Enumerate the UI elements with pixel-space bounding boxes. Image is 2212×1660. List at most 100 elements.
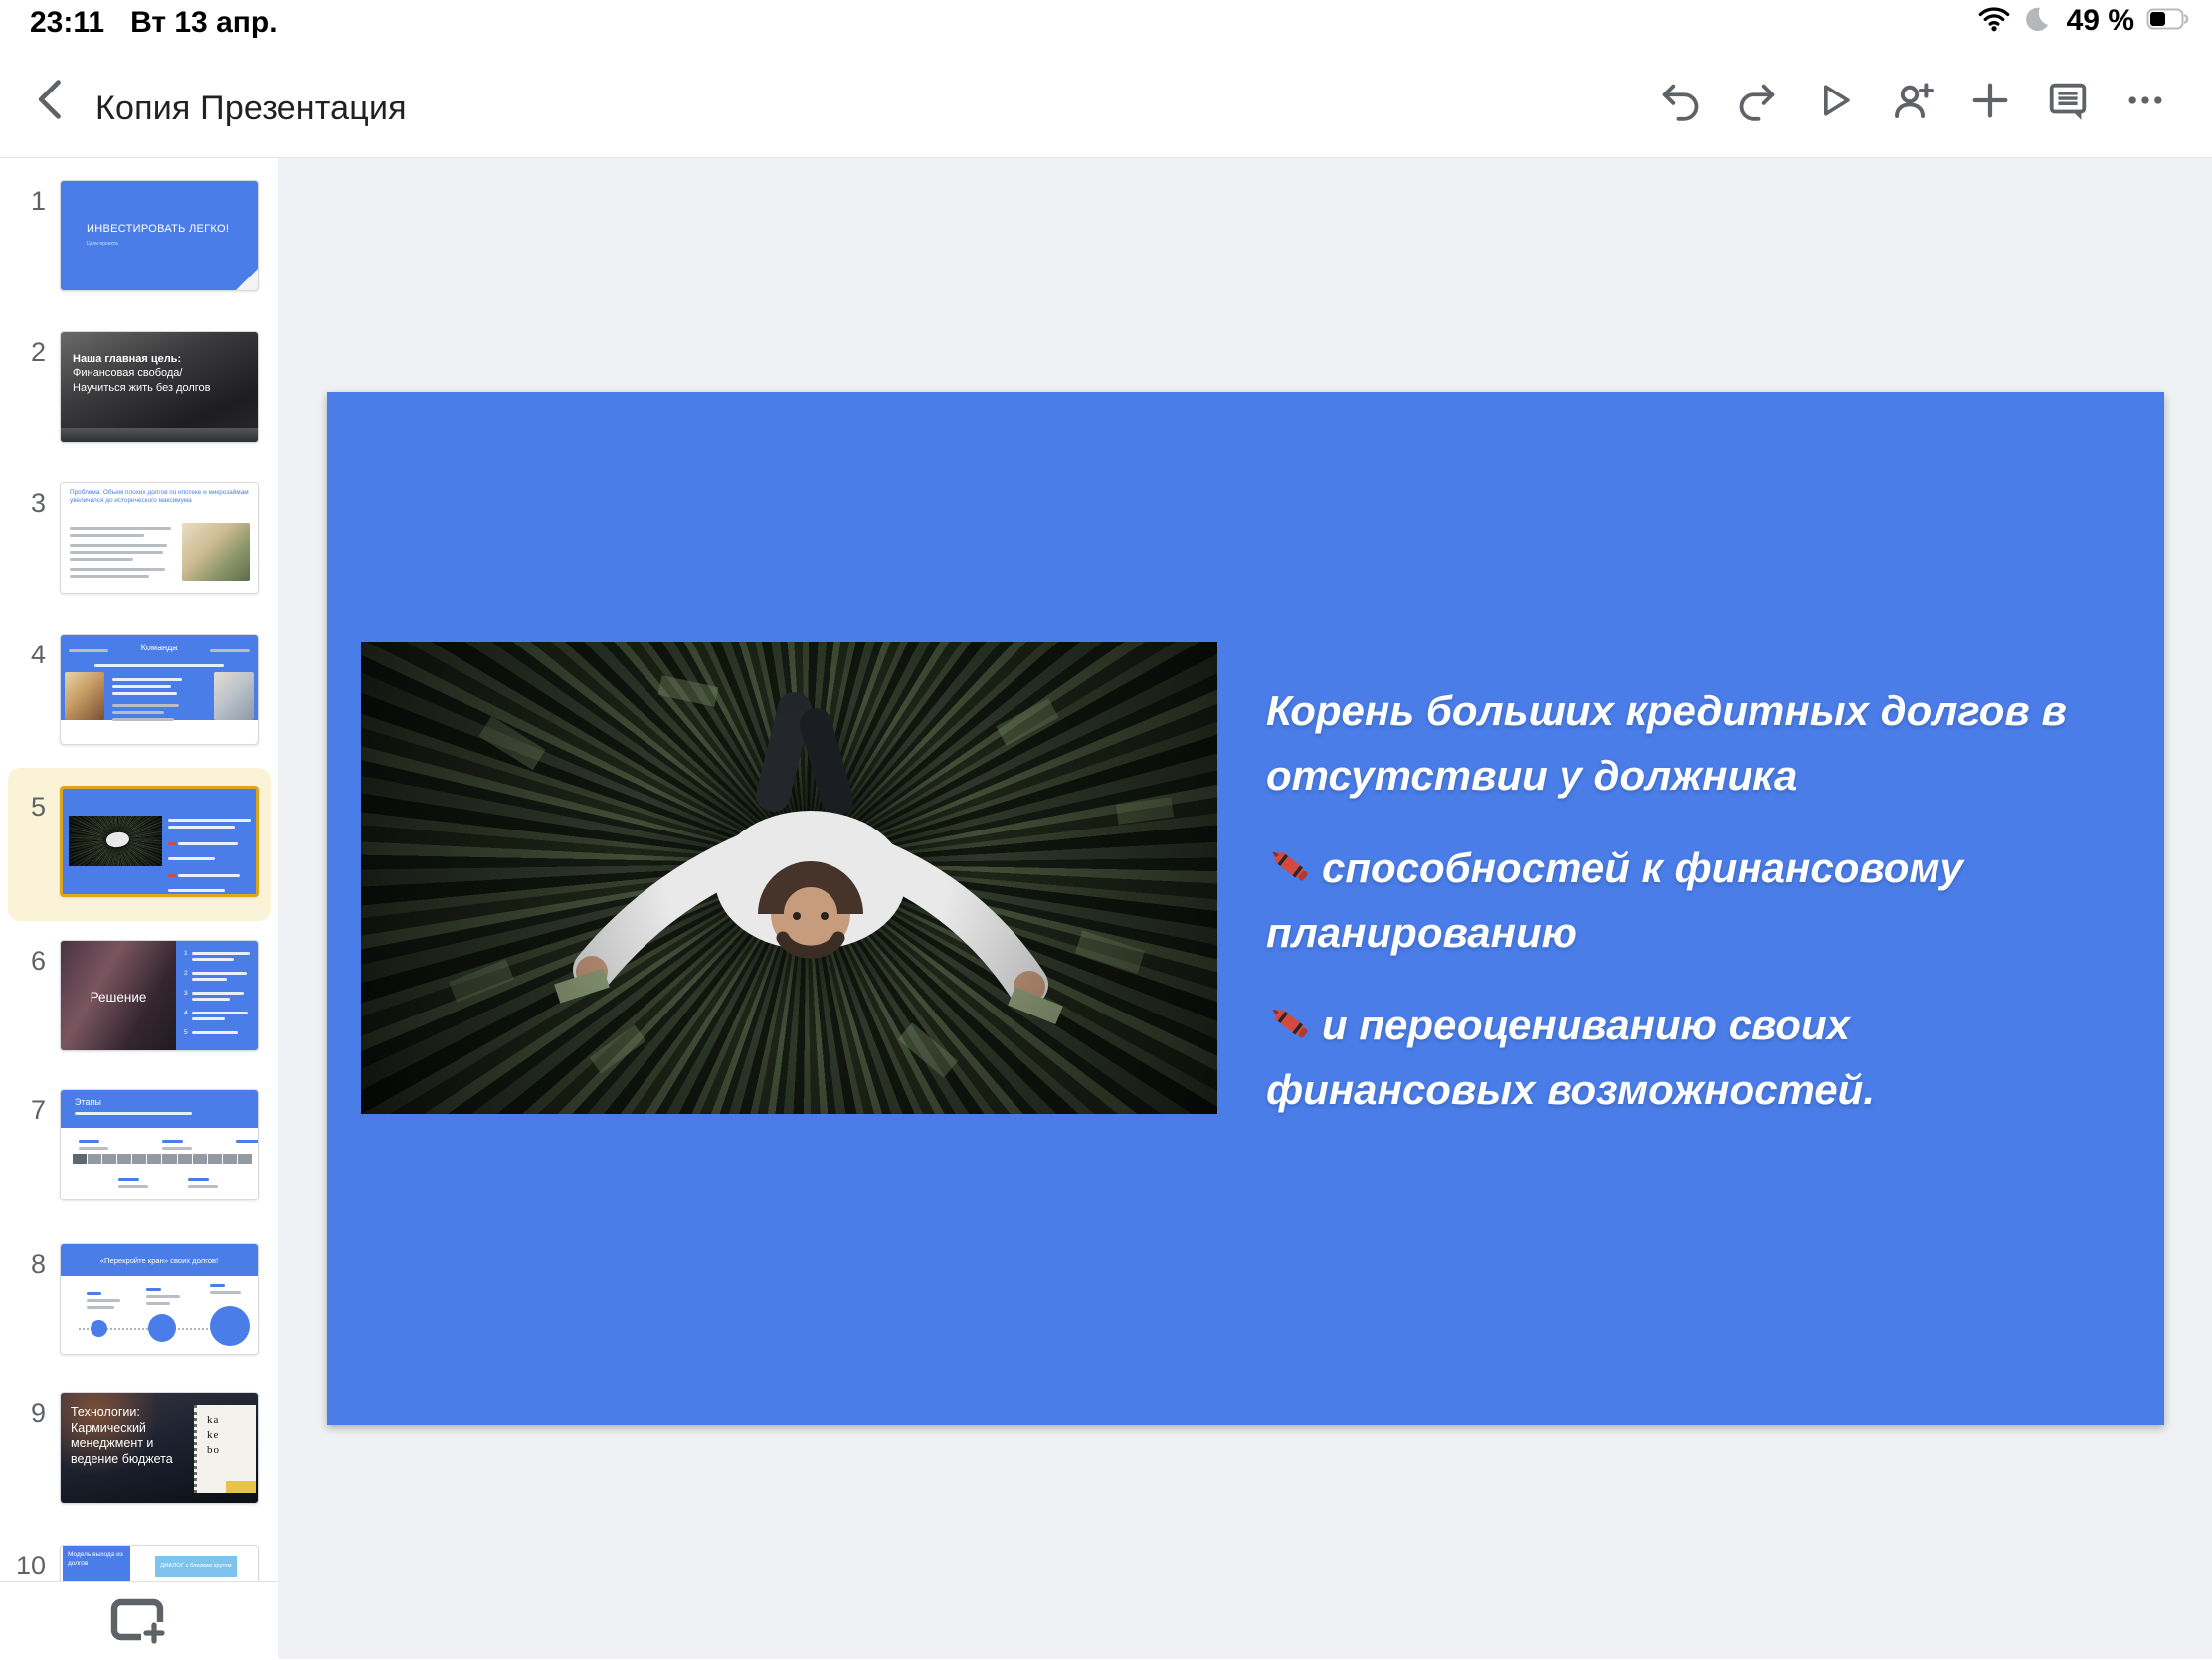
text-line-skeleton (210, 649, 250, 652)
text-line-skeleton (70, 575, 149, 578)
step-label (146, 1284, 180, 1309)
text-line-skeleton (70, 527, 171, 530)
filmstrip-slide-5[interactable]: 5 (0, 786, 278, 897)
text-line-skeleton (178, 874, 240, 877)
text-line-skeleton (70, 558, 133, 561)
money-vortex-photo[interactable] (361, 642, 1217, 1114)
app-toolbar: Копия Презентация (0, 40, 2212, 158)
filmstrip-slide-3[interactable]: 3 Проблема: Объем плохих долгов по ипоте… (0, 482, 278, 594)
comments-icon[interactable] (2043, 76, 2093, 125)
slide-bullet-text: и переоцениванию своих финансовых возмож… (1266, 1002, 1875, 1113)
back-icon[interactable] (26, 74, 78, 125)
text-line-skeleton (94, 664, 224, 667)
red-crayon-icon (1266, 1000, 1318, 1049)
text-line-skeleton (146, 1295, 180, 1298)
slide-canvas[interactable]: Корень больших кредитных долгов в отсутс… (278, 158, 2212, 1659)
status-indicators: 49 % (1977, 4, 2190, 38)
slide-text-block[interactable]: Корень больших кредитных долгов в отсутс… (1266, 678, 2110, 1150)
text-line-skeleton (69, 643, 100, 646)
filmstrip-slide-8[interactable]: 8 «Перекройте кран» своих долгов! (0, 1243, 278, 1355)
filmstrip-slide-7[interactable]: 7 Этапы (0, 1089, 278, 1200)
clock: 23:11 (30, 6, 104, 40)
slide-8-thumbnail[interactable]: «Перекройте кран» своих долгов! (60, 1243, 259, 1355)
slide-bullet-text: способностей к финансовому планированию (1266, 844, 1963, 956)
timeline-month-strip (73, 1154, 252, 1164)
list-number: 4 (184, 1011, 188, 1017)
slide-1-thumbnail[interactable]: ИНВЕСТИРОВАТЬ ЛЕГКО! Цели проекта (60, 180, 259, 291)
slide-7-thumbnail[interactable]: Этапы (60, 1089, 259, 1200)
text-line-skeleton (118, 1178, 139, 1181)
slide-10-thumbnail[interactable]: Модель выхода из долгов ДИАЛОГ с близким… (60, 1545, 259, 1581)
add-slide-icon[interactable] (110, 1596, 168, 1646)
slide-9-thumbnail[interactable]: Технологии: Кармический менеджмент и вед… (60, 1392, 259, 1504)
thumb-header: Этапы (61, 1090, 258, 1128)
text-line-skeleton (112, 718, 174, 721)
filmstrip-slide-6[interactable]: 6 Решение 1 2 3 4 5 (0, 940, 278, 1051)
slide-heading: Корень больших кредитных долгов в отсутс… (1266, 678, 2110, 808)
status-bar: 23:11 Вт 13 апр. 49 % (0, 0, 2212, 40)
bullet-line (168, 835, 254, 853)
add-collaborator-icon[interactable] (1888, 76, 1937, 125)
slide-number: 2 (0, 337, 46, 368)
thumb-title: «Перекройте кран» своих долгов! (100, 1256, 218, 1265)
filmstrip-slide-10[interactable]: 10 Модель выхода из долгов ДИАЛОГ с близ… (0, 1545, 278, 1581)
more-icon[interactable] (2120, 76, 2170, 125)
text-line-skeleton (192, 998, 231, 1001)
text-line-skeleton (192, 1031, 239, 1034)
text-line-skeleton (69, 649, 108, 652)
thumb-left-box: Модель выхода из долгов (63, 1546, 130, 1581)
milestone-label (79, 1136, 108, 1154)
battery-icon (2146, 7, 2190, 36)
text-line-skeleton (162, 1140, 183, 1143)
thumb-center-text (112, 674, 186, 725)
thumb-title: Наша главная цель:Финансовая свобода/ На… (73, 352, 222, 395)
red-crayon-mini-icon (168, 842, 175, 845)
red-crayon-mini-icon (168, 874, 175, 877)
book-yellow-accent (226, 1481, 256, 1493)
text-line-skeleton (112, 678, 182, 681)
text-line-skeleton (178, 842, 238, 845)
text-line-skeleton (168, 889, 225, 892)
document-title[interactable]: Копия Презентация (95, 90, 407, 128)
undo-icon[interactable] (1655, 76, 1705, 125)
step-circle-3 (210, 1306, 250, 1346)
filmstrip-slide-9[interactable]: 9 Технологии: Кармический менеджмент и в… (0, 1392, 278, 1504)
slide-5-thumbnail-selected[interactable] (60, 786, 259, 897)
list-number: 5 (184, 1030, 188, 1037)
plus-icon[interactable] (1965, 76, 2015, 125)
text-line-skeleton (192, 952, 250, 955)
slide-number: 5 (0, 792, 46, 823)
present-icon[interactable] (1810, 76, 1860, 125)
redo-icon[interactable] (1733, 76, 1782, 125)
filmstrip-slide-4[interactable]: 4 Команда (0, 634, 278, 745)
slide-2-thumbnail[interactable]: Наша главная цель:Финансовая свобода/ На… (60, 331, 259, 443)
date: Вт 13 апр. (130, 6, 276, 40)
slide-3-thumbnail[interactable]: Проблема: Объем плохих долгов по ипотеке… (60, 482, 259, 594)
step-circle-2 (148, 1314, 176, 1342)
kakebo-book-cover: ka ke bo (194, 1405, 256, 1493)
text-line-skeleton (70, 551, 163, 554)
team-photo-right (214, 672, 254, 720)
text-line-skeleton (75, 1112, 192, 1115)
text-line-skeleton (146, 1302, 170, 1305)
wifi-icon (1977, 6, 2011, 37)
text-line-skeleton (112, 685, 171, 688)
laptop-photo-base (61, 428, 258, 442)
folded-corner (236, 269, 258, 290)
current-slide[interactable]: Корень больших кредитных долгов в отсутс… (327, 392, 2164, 1425)
thumb-dialog-box: ДИАЛОГ с близким кругом (155, 1556, 237, 1577)
slide-4-thumbnail[interactable]: Команда (60, 634, 259, 745)
text-line-skeleton (162, 1147, 192, 1150)
filmstrip-slide-2[interactable]: 2 Наша главная цель:Финансовая свобода/ … (0, 331, 278, 443)
text-line-skeleton (192, 958, 234, 961)
slide-number: 6 (0, 946, 46, 977)
red-crayon-icon (1266, 842, 1318, 892)
book-text: ka ke bo (207, 1413, 256, 1458)
slide-6-thumbnail[interactable]: Решение 1 2 3 4 5 (60, 940, 259, 1051)
text-line-skeleton (188, 1185, 218, 1188)
text-line-skeleton (112, 692, 177, 695)
list-number: 1 (184, 951, 188, 958)
text-line-skeleton (168, 826, 235, 829)
slide-number: 4 (0, 640, 46, 670)
filmstrip-slide-1[interactable]: 1 ИНВЕСТИРОВАТЬ ЛЕГКО! Цели проекта (0, 180, 278, 291)
